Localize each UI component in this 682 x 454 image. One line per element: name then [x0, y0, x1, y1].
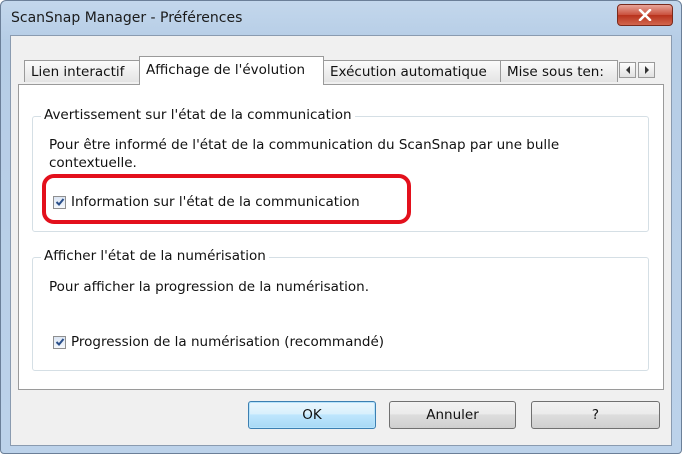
communication-description-line2: contextuelle.: [49, 155, 137, 171]
arrow-left-icon: [625, 66, 630, 74]
checkmark-icon: [55, 198, 64, 206]
tab-affichage-evolution[interactable]: Affichage de l'évolution: [139, 56, 324, 85]
tab-mise-sous-tension[interactable]: Mise sous ten:: [500, 60, 618, 82]
ok-button[interactable]: OK: [248, 401, 376, 429]
communication-checkbox-row[interactable]: Information sur l'état de la communicati…: [53, 194, 360, 210]
arrow-right-icon: [644, 66, 649, 74]
help-button[interactable]: ?: [531, 401, 660, 429]
scan-status-group-title: Afficher l'état de la numérisation: [41, 248, 269, 264]
tab-scroll-right-button[interactable]: [638, 62, 655, 78]
communication-checkbox-label: Information sur l'état de la communicati…: [71, 194, 360, 210]
scan-status-group: Afficher l'état de la numérisation Pour …: [32, 248, 649, 371]
scan-progress-checkbox[interactable]: [53, 335, 66, 349]
close-icon: [638, 9, 652, 21]
tab-strip: Lien interactif Affichage de l'évolution…: [18, 56, 664, 85]
communication-description-line1: Pour être informé de l'état de la commun…: [49, 137, 560, 153]
scan-status-description: Pour afficher la progression de la numér…: [49, 279, 370, 295]
tab-panel: Avertissement sur l'état de la communica…: [18, 84, 664, 390]
tab-lien-interactif[interactable]: Lien interactif: [24, 60, 140, 82]
communication-checkbox[interactable]: [53, 195, 66, 209]
communication-group: Avertissement sur l'état de la communica…: [32, 107, 649, 232]
communication-group-title: Avertissement sur l'état de la communica…: [41, 107, 355, 123]
scan-progress-checkbox-row[interactable]: Progression de la numérisation (recomman…: [53, 334, 384, 350]
tab-scroll-left-button[interactable]: [619, 62, 636, 78]
title-bar[interactable]: ScanSnap Manager - Préférences: [1, 1, 681, 35]
scan-progress-checkbox-label: Progression de la numérisation (recomman…: [71, 334, 385, 350]
window-title: ScanSnap Manager - Préférences: [11, 10, 243, 26]
checkmark-icon: [55, 338, 64, 346]
communication-description: Pour être informé de l'état de la commun…: [49, 136, 559, 172]
cancel-button[interactable]: Annuler: [389, 401, 516, 429]
close-button[interactable]: [617, 4, 673, 26]
tab-execution-automatique[interactable]: Exécution automatique: [323, 60, 501, 82]
